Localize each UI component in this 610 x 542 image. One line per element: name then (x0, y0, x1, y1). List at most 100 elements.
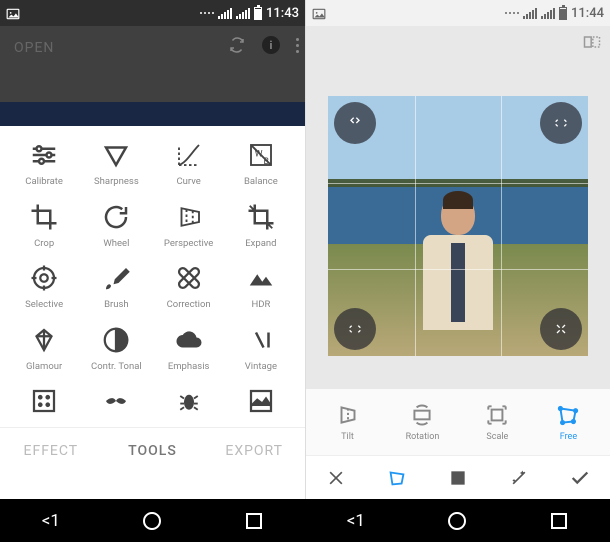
tool-label: Brush (104, 299, 129, 310)
mustache-icon (101, 386, 131, 416)
cell-signal-icon (236, 7, 250, 19)
sync-icon[interactable] (228, 36, 246, 54)
crop-icon (29, 202, 59, 232)
fill-black-button[interactable] (438, 458, 478, 498)
picture-icon (246, 386, 276, 416)
tool-hdr[interactable]: HDR (225, 263, 297, 315)
mode-free[interactable]: Free (555, 402, 581, 442)
action-bar (306, 455, 610, 499)
tool-expand[interactable]: Expand (225, 202, 297, 254)
tool-perspective[interactable]: Perspective (153, 202, 225, 254)
tool-label: Contr. Tonal (91, 361, 142, 372)
tab-export[interactable]: EXPORT (203, 428, 305, 473)
nav-recent-right[interactable] (539, 501, 579, 541)
tab-effect[interactable]: EFFECT (0, 428, 102, 473)
autofill-button[interactable] (377, 458, 417, 498)
wb-icon: WB (246, 140, 276, 170)
tool-label: Expand (245, 238, 276, 249)
expand-crop-icon (246, 202, 276, 232)
rotate-icon (101, 202, 131, 232)
tools-screen: 11:43 OPEN i Calibrate Sharpness Curve W… (0, 0, 305, 499)
free-icon (555, 402, 581, 428)
tool-noise[interactable] (8, 386, 80, 427)
dice-icon (29, 386, 59, 416)
tool-label: Balance (244, 176, 278, 187)
nav-back-right[interactable]: <1 (336, 501, 376, 541)
tool-label: Glamour (26, 361, 62, 372)
compare-icon[interactable] (582, 32, 602, 56)
app-header: OPEN i (0, 26, 305, 126)
tool-brush[interactable]: Brush (80, 263, 152, 315)
tool-label: Calibrate (25, 176, 63, 187)
tool-selective[interactable]: Selective (8, 263, 80, 315)
overflow-menu-icon[interactable] (296, 38, 299, 53)
tool-label: Selective (25, 299, 63, 310)
tool-tonal[interactable]: Contr. Tonal (80, 325, 152, 377)
perspective-handle-bl[interactable] (334, 308, 376, 350)
tool-calibrate[interactable]: Calibrate (8, 140, 80, 192)
signal-dots-icon (505, 12, 519, 14)
tool-emphasis[interactable]: Emphasis (153, 325, 225, 377)
tool-label: HDR (251, 299, 270, 310)
tool-balance[interactable]: WB Balance (225, 140, 297, 192)
contrast-icon (101, 325, 131, 355)
sliders-icon (29, 140, 59, 170)
nav-back-left[interactable]: <1 (31, 501, 71, 541)
tool-vintage[interactable]: Vintage (225, 325, 297, 377)
mode-tilt[interactable]: Tilt (335, 402, 361, 442)
bug-icon (174, 386, 204, 416)
mode-label: Free (560, 432, 577, 442)
bottom-tabs: EFFECT TOOLS EXPORT (0, 427, 305, 473)
nav-recent-left[interactable] (234, 501, 274, 541)
cell-signal-icon (541, 7, 555, 19)
curve-icon (174, 140, 204, 170)
apply-button[interactable] (560, 458, 600, 498)
image-icon (312, 7, 326, 19)
svg-text:B: B (263, 157, 268, 167)
tools-grid: Calibrate Sharpness Curve WB Balance Crop… (0, 126, 305, 427)
tool-label: Correction (167, 299, 211, 310)
scale-icon (484, 402, 510, 428)
tool-wheel[interactable]: Wheel (80, 202, 152, 254)
wifi-strength-icon (218, 7, 232, 19)
tool-sharpness[interactable]: Sharpness (80, 140, 152, 192)
photo-canvas[interactable] (328, 96, 588, 356)
tab-tools[interactable]: TOOLS (102, 428, 204, 473)
brush-icon (101, 263, 131, 293)
tool-correction[interactable]: Correction (153, 263, 225, 315)
perspective-handle-br[interactable] (540, 308, 582, 350)
status-bar-right: 11:44 (306, 0, 610, 26)
battery-icon (254, 7, 262, 20)
signal-dots-icon (200, 12, 214, 14)
tool-mustache[interactable] (80, 386, 152, 427)
rotation-icon (409, 402, 435, 428)
cloud-icon (174, 325, 204, 355)
mode-scale[interactable]: Scale (484, 402, 510, 442)
number-icon (246, 325, 276, 355)
tool-label: Curve (176, 176, 200, 187)
tool-curve[interactable]: Curve (153, 140, 225, 192)
tool-label: Perspective (164, 238, 213, 249)
wifi-strength-icon (523, 7, 537, 19)
diamond-sparkle-icon (29, 325, 59, 355)
perspective-modes: Tilt Rotation Scale Free (306, 389, 610, 455)
tool-crop[interactable]: Crop (8, 202, 80, 254)
auto-button[interactable] (499, 458, 539, 498)
nav-home-right[interactable] (437, 501, 477, 541)
tool-bug[interactable] (153, 386, 225, 427)
tool-img[interactable] (225, 386, 297, 427)
cancel-button[interactable] (316, 458, 356, 498)
perspective-icon (174, 202, 204, 232)
tool-label: Sharpness (94, 176, 139, 187)
tool-label: Wheel (103, 238, 129, 249)
info-icon[interactable]: i (262, 36, 280, 54)
perspective-handle-tr[interactable] (540, 102, 582, 144)
perspective-handle-tl[interactable] (334, 102, 376, 144)
mode-rotation[interactable]: Rotation (406, 402, 440, 442)
tool-label: Crop (34, 238, 54, 249)
mode-label: Rotation (406, 432, 440, 442)
clock-left: 11:43 (266, 6, 299, 21)
tool-glamour[interactable]: Glamour (8, 325, 80, 377)
nav-home-left[interactable] (132, 501, 172, 541)
perspective-screen: 11:44 Tilt Rotation Scale Free (305, 0, 610, 499)
